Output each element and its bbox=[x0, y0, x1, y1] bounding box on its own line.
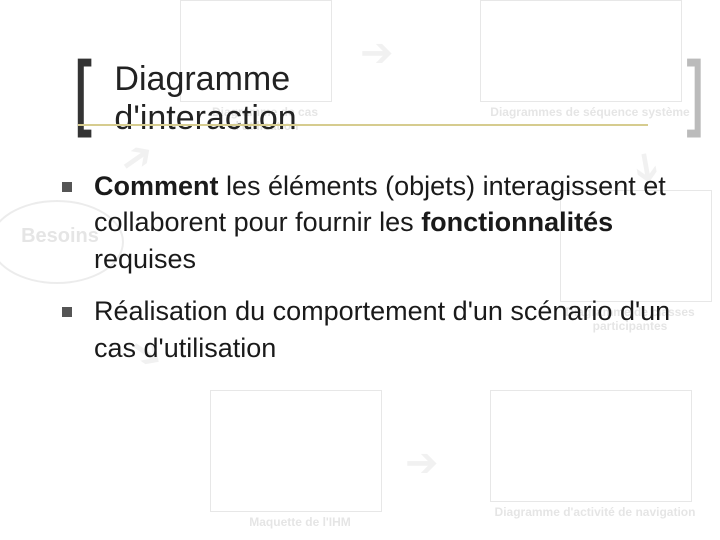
slide-title: Diagramme d'interaction bbox=[114, 60, 473, 138]
bg-label-ihm: Maquette de l'IHM bbox=[220, 515, 380, 529]
left-bracket-icon: [ bbox=[69, 70, 97, 129]
bullet-text: Réalisation du comportement d'un scénari… bbox=[94, 293, 672, 366]
bg-label-nav: Diagramme d'activité de navigation bbox=[490, 505, 700, 519]
bullet-item: Réalisation du comportement d'un scénari… bbox=[62, 293, 672, 366]
title-underline bbox=[78, 124, 648, 126]
slide-body: Comment les éléments (objets) interagiss… bbox=[62, 168, 672, 382]
slide-title-row: [ Diagramme d'interaction ] bbox=[58, 60, 720, 138]
bullet-item: Comment les éléments (objets) interagiss… bbox=[62, 168, 672, 277]
bullet-icon bbox=[62, 182, 72, 192]
right-bracket-icon: ] bbox=[681, 70, 709, 129]
bullet-icon bbox=[62, 307, 72, 317]
bullet-text: Comment les éléments (objets) interagiss… bbox=[94, 168, 672, 277]
